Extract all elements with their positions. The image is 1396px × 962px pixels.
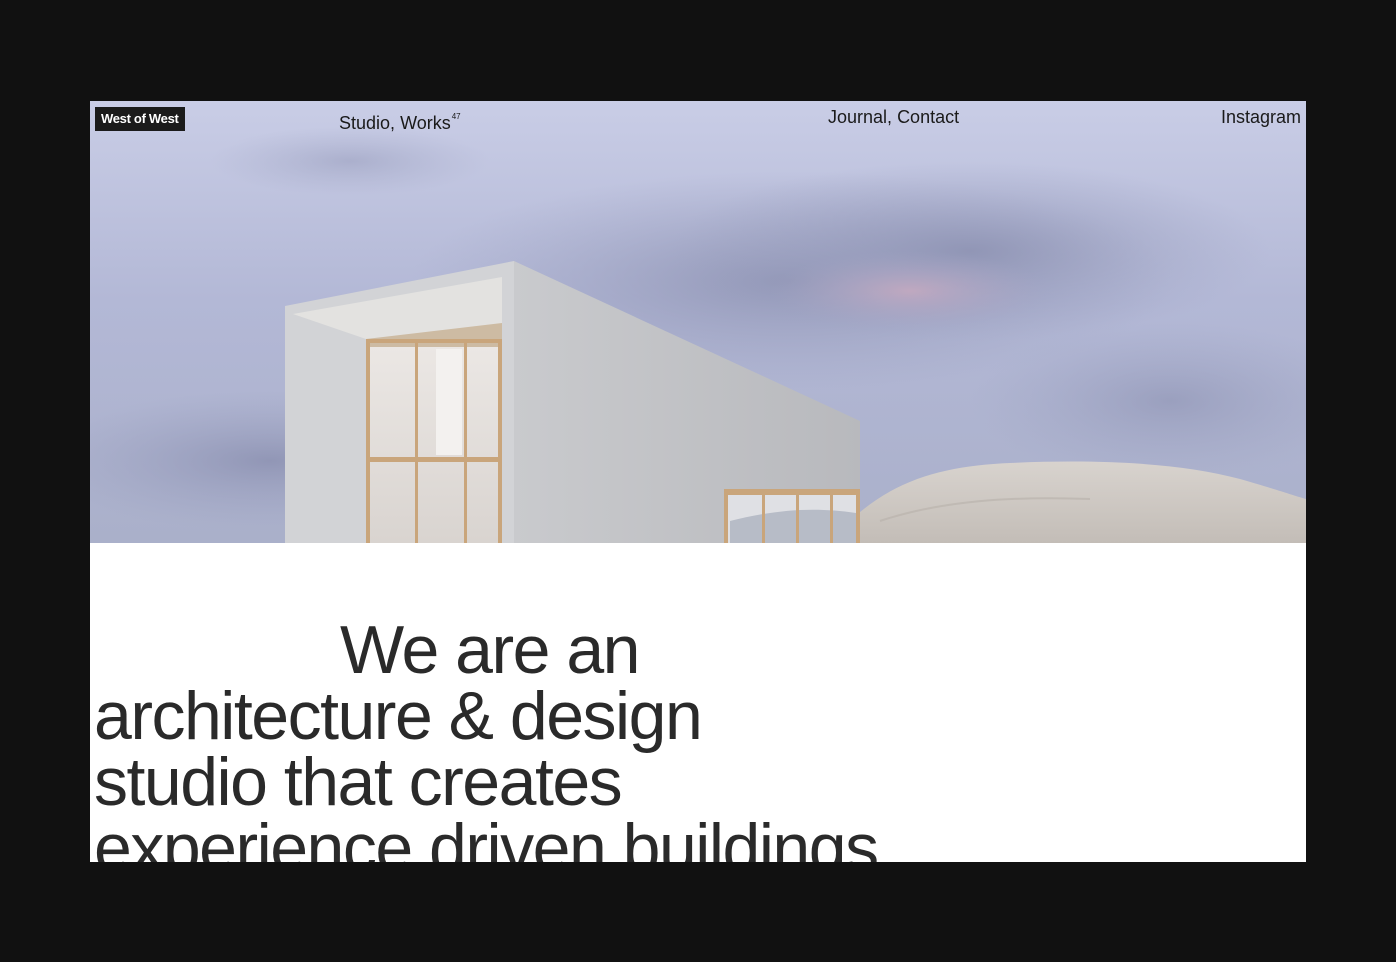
top-navigation: West of West Studio, Works47 Journal, Co… <box>90 101 1306 141</box>
intro-line: studio that creates <box>94 744 623 820</box>
hero-photo <box>90 101 1306 543</box>
works-count-badge: 47 <box>451 112 461 121</box>
hero-image <box>90 101 1306 543</box>
nav-link-instagram[interactable]: Instagram <box>1221 107 1301 127</box>
nav-link-contact[interactable]: Contact <box>897 107 959 127</box>
nav-separator: , <box>887 107 898 127</box>
intro-line: experience driven buildings <box>94 810 879 862</box>
nav-group-secondary: Journal, Contact <box>828 106 959 128</box>
intro-line: architecture & design <box>94 678 703 754</box>
nav-link-journal[interactable]: Journal <box>828 107 887 127</box>
nav-group-primary: Studio, Works47 <box>339 106 461 134</box>
website-frame: West of West Studio, Works47 Journal, Co… <box>90 101 1306 862</box>
nav-link-works[interactable]: Works <box>400 113 451 133</box>
brand-logo[interactable]: West of West <box>95 107 185 131</box>
nav-group-social: Instagram <box>1221 106 1301 128</box>
intro-statement: We are an architecture & design studio t… <box>94 612 879 862</box>
intro-line: We are an <box>340 612 640 688</box>
nav-link-studio[interactable]: Studio <box>339 113 390 133</box>
nav-separator: , <box>390 113 401 133</box>
